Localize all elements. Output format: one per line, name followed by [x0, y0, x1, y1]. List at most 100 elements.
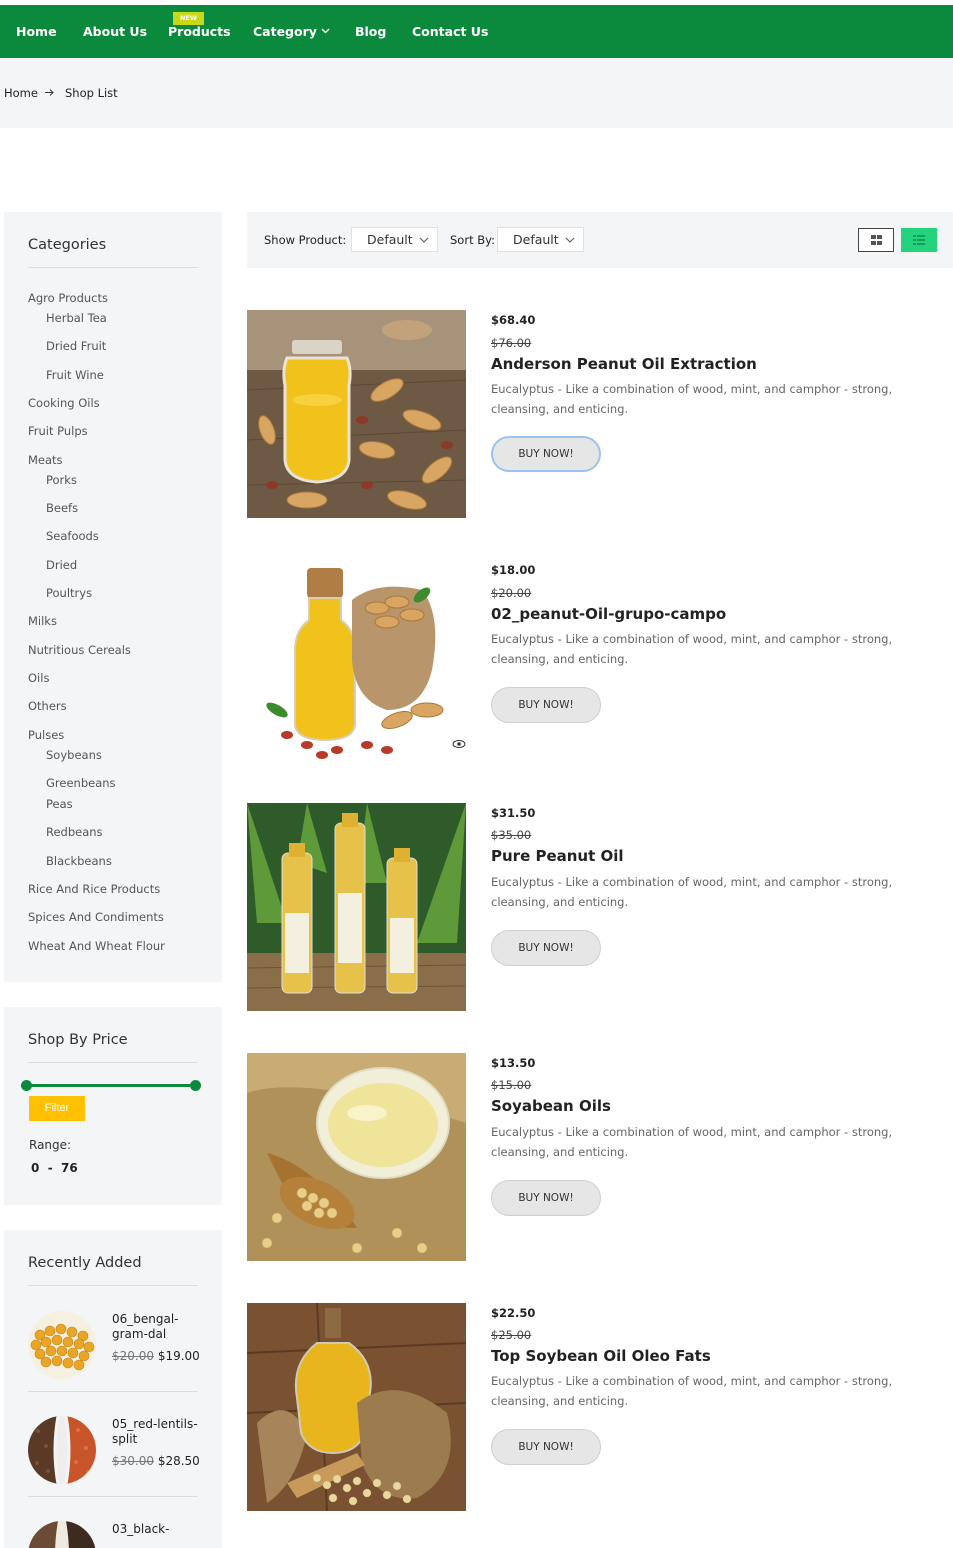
recent-old-price: $30.00	[112, 1454, 154, 1468]
category-item[interactable]: Wheat And Wheat Flour	[28, 939, 165, 953]
category-item[interactable]: Spices And Condiments	[28, 910, 164, 924]
product-old-price: $25.00	[491, 1328, 532, 1342]
recent-price: $20.00 $19.00	[112, 1349, 200, 1363]
price-title: Shop By Price	[28, 1032, 128, 1048]
nav-blog[interactable]: Blog	[355, 24, 386, 39]
product-price: $22.50	[491, 1306, 536, 1320]
category-item[interactable]: Peas	[46, 797, 73, 811]
sort-by-label: Sort By:	[450, 233, 495, 247]
pure-peanut-oil-image	[247, 803, 466, 1011]
product-image[interactable]	[247, 310, 466, 518]
price-slider-min-handle[interactable]	[21, 1080, 32, 1091]
arrow-right-icon	[45, 89, 54, 96]
categories-title: Categories	[28, 237, 107, 253]
buy-now-button[interactable]: BUY NOW!	[491, 930, 601, 966]
price-slider-track[interactable]	[26, 1084, 196, 1087]
show-product-label: Show Product:	[264, 233, 347, 247]
nav-products[interactable]: Products	[168, 24, 231, 39]
product-name[interactable]: Soyabean Oils	[491, 1097, 611, 1115]
product-image[interactable]	[247, 803, 466, 1011]
product-name[interactable]: Top Soybean Oil Oleo Fats	[491, 1347, 711, 1365]
product-description: Eucalyptus - Like a combination of wood,…	[491, 632, 893, 666]
product-name[interactable]: 02_peanut-Oil-grupo-campo	[491, 605, 726, 623]
product-price: $13.50	[491, 1056, 536, 1070]
product-image[interactable]	[247, 560, 466, 768]
category-item[interactable]: Nutritious Cereals	[28, 643, 131, 657]
chevron-down-icon	[321, 28, 330, 34]
product-image[interactable]	[247, 1303, 466, 1511]
recent-thumb[interactable]	[28, 1416, 96, 1484]
show-product-value: Default	[367, 232, 413, 247]
chevron-down-icon	[565, 237, 575, 243]
category-item[interactable]: Redbeans	[46, 825, 103, 839]
product-description: Eucalyptus - Like a combination of wood,…	[491, 382, 893, 416]
recent-title: Recently Added	[28, 1255, 142, 1271]
category-item[interactable]: Fruit Pulps	[28, 424, 88, 438]
category-item[interactable]: Greenbeans	[46, 776, 116, 790]
category-item[interactable]: Others	[28, 699, 67, 713]
category-item[interactable]: Pulses	[28, 728, 64, 742]
category-item[interactable]: Porks	[46, 473, 77, 487]
recent-name[interactable]: 03_black-	[112, 1522, 202, 1537]
show-product-select[interactable]: Default	[351, 227, 438, 252]
category-item[interactable]: Dried	[46, 558, 77, 572]
breadcrumb-home[interactable]: Home	[4, 86, 38, 100]
list-icon	[913, 235, 925, 245]
list-view-button[interactable]	[901, 228, 937, 252]
product-name[interactable]: Anderson Peanut Oil Extraction	[491, 355, 757, 373]
nav-about-us[interactable]: About Us	[83, 24, 147, 39]
buy-now-button[interactable]: BUY NOW!	[491, 1429, 601, 1465]
category-item[interactable]: Agro Products	[28, 291, 108, 305]
recent-new-price: $19.00	[157, 1349, 200, 1363]
recent-name[interactable]: 05_red-lentils-split	[112, 1417, 202, 1447]
recent-price: $30.00 $28.50	[112, 1454, 200, 1468]
product-price: $68.40	[491, 313, 536, 327]
category-item[interactable]: Dried Fruit	[46, 339, 106, 353]
recent-panel: Recently Added	[4, 1230, 222, 1548]
category-item[interactable]: Seafoods	[46, 529, 99, 543]
breadcrumb-current: Shop List	[65, 86, 118, 100]
divider	[28, 1496, 198, 1497]
nav-home[interactable]: Home	[16, 24, 57, 39]
grid-icon	[871, 235, 882, 245]
soyabean-oil-image	[247, 1053, 466, 1261]
category-item[interactable]: Poultrys	[46, 586, 92, 600]
category-item[interactable]: Oils	[28, 671, 49, 685]
price-slider-max-handle[interactable]	[190, 1080, 201, 1091]
product-old-price: $76.00	[491, 336, 532, 350]
category-item[interactable]: Milks	[28, 614, 57, 628]
soybean-oil-oleo-fats-image	[247, 1303, 466, 1511]
nav-contact-us[interactable]: Contact Us	[412, 24, 488, 39]
red-lentils-image	[28, 1416, 96, 1484]
category-item[interactable]: Fruit Wine	[46, 368, 104, 382]
shop-toolbar: Show Product: Default Sort By: Default	[247, 212, 953, 268]
filter-button[interactable]: Filter	[29, 1096, 85, 1121]
category-item[interactable]: Herbal Tea	[46, 311, 107, 325]
breadcrumb: Home Shop List	[0, 58, 953, 128]
buy-now-button[interactable]: BUY NOW!	[491, 436, 601, 472]
recent-name[interactable]: 06_bengal-gram-dal	[112, 1312, 202, 1342]
top-nav: Home About Us NEW Products Category Blog…	[0, 5, 953, 58]
product-description: Eucalyptus - Like a combination of wood,…	[491, 1374, 893, 1408]
product-image[interactable]	[247, 1053, 466, 1261]
product-description: Eucalyptus - Like a combination of wood,…	[491, 1125, 893, 1159]
category-item[interactable]: Meats	[28, 453, 63, 467]
product-price: $18.00	[491, 563, 536, 577]
buy-now-button[interactable]: BUY NOW!	[491, 687, 601, 723]
category-item[interactable]: Beefs	[46, 501, 78, 515]
nav-category[interactable]: Category	[253, 24, 330, 39]
category-item[interactable]: Cooking Oils	[28, 396, 100, 410]
product-old-price: $15.00	[491, 1078, 532, 1092]
category-item[interactable]: Blackbeans	[46, 854, 112, 868]
category-item[interactable]: Rice And Rice Products	[28, 882, 160, 896]
category-item[interactable]: Soybeans	[46, 748, 102, 762]
product-old-price: $20.00	[491, 586, 532, 600]
product-old-price: $35.00	[491, 828, 532, 842]
buy-now-button[interactable]: BUY NOW!	[491, 1180, 601, 1216]
product-name[interactable]: Pure Peanut Oil	[491, 847, 624, 865]
bengal-gram-dal-image	[28, 1311, 96, 1379]
recent-thumb[interactable]	[28, 1311, 96, 1379]
sort-by-select[interactable]: Default	[497, 227, 584, 252]
grid-view-button[interactable]	[858, 228, 894, 252]
divider	[28, 1391, 198, 1392]
